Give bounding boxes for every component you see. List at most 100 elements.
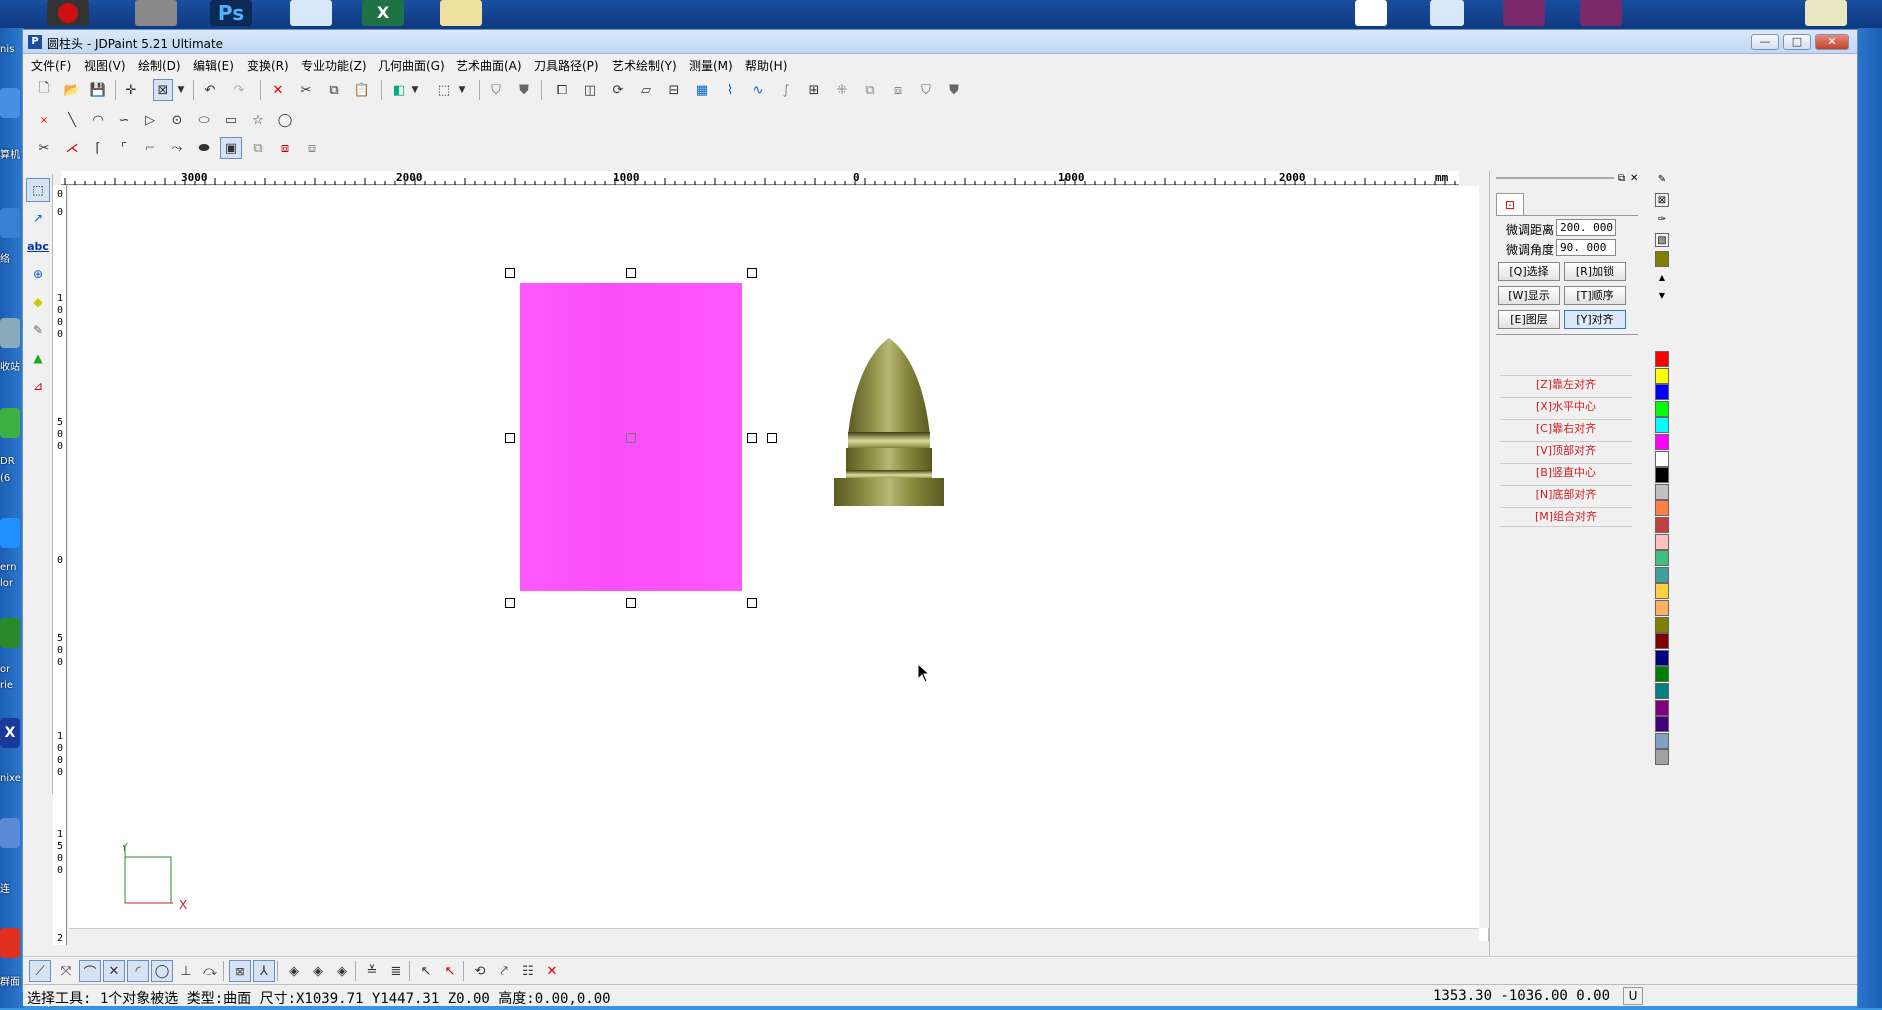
snap-arc-icon[interactable]: ⌒ (79, 960, 101, 982)
scale-icon[interactable]: ⊟ (663, 79, 685, 101)
array-icon[interactable]: ▦ (691, 79, 713, 101)
offset-line-icon[interactable]: ⬬ (193, 137, 215, 159)
unit-mode-indicator[interactable]: U (1623, 987, 1643, 1005)
winrar-app-icon-2[interactable] (1580, 0, 1622, 26)
group-icon[interactable]: ⧉ (859, 79, 881, 101)
pen-icon[interactable]: ✎ (26, 318, 50, 342)
grid-dotted-icon[interactable]: ⁜ (831, 79, 853, 101)
color-swatch[interactable] (1655, 500, 1669, 517)
shield-icon[interactable]: ⛉ (485, 79, 507, 101)
app-desktop-icon[interactable] (0, 818, 20, 848)
coreldraw-desktop-icon[interactable] (0, 408, 20, 438)
app-x-desktop-icon[interactable]: X (0, 718, 20, 748)
select-dropdown-icon[interactable]: ▼ (175, 79, 187, 101)
paste-icon[interactable]: 📋 (351, 79, 373, 101)
menu-toolpath[interactable]: 刀具路径(P) (534, 57, 599, 74)
surface-tool-icon[interactable]: ▲ (26, 346, 50, 370)
select-tab-icon[interactable]: ⊡ (1496, 193, 1524, 215)
point-icon[interactable]: × (33, 109, 55, 131)
network-desktop-icon[interactable] (0, 208, 20, 238)
list-icon[interactable]: ☷ (517, 960, 539, 982)
color-cube-icon[interactable]: ◧ (388, 79, 410, 101)
select-button[interactable]: [Q]选择 (1498, 262, 1560, 281)
menu-file[interactable]: 文件(F) (31, 57, 71, 74)
view-cube-icon[interactable]: ⬚ (433, 79, 455, 101)
crosshair-icon[interactable]: ✛ (120, 79, 142, 101)
selection-handle[interactable] (747, 268, 757, 278)
menu-transform[interactable]: 变换(R) (247, 57, 289, 74)
panel-float-icon[interactable]: ⧉ (1618, 173, 1625, 184)
menu-draw[interactable]: 绘制(D) (138, 57, 181, 74)
snap-perpendicular-icon[interactable]: ⊥ (175, 960, 197, 982)
recorder-app-icon[interactable] (47, 0, 89, 26)
circle-icon[interactable]: ◯ (274, 109, 296, 131)
pick-icon[interactable]: ↖ (415, 960, 437, 982)
color-swatch[interactable] (1655, 417, 1669, 434)
excel-app-icon[interactable]: X (362, 0, 404, 26)
rectangle-icon[interactable]: ▭ (220, 109, 242, 131)
rotation-handle[interactable] (767, 433, 777, 443)
selection-center-handle[interactable] (626, 433, 636, 443)
curve-icon[interactable]: ∽ (113, 109, 135, 131)
corner-icon[interactable]: ⌐ (139, 137, 161, 159)
view-diamond-3-icon[interactable]: ◈ (331, 960, 353, 982)
open-folder-icon[interactable]: 📂 (61, 79, 83, 101)
color-swatch[interactable] (1655, 533, 1669, 550)
ellipse-icon[interactable]: ⬭ (193, 109, 215, 131)
rotate-view-icon[interactable]: ⊕ (26, 262, 50, 286)
color-swatch[interactable] (1655, 583, 1669, 600)
color-swatch[interactable] (1655, 600, 1669, 616)
refresh-app-icon-2[interactable] (1430, 0, 1464, 26)
printer-app-icon[interactable] (1805, 0, 1847, 26)
snap-intersect-icon[interactable]: ✕ (103, 960, 125, 982)
menu-art-surface[interactable]: 艺术曲面(A) (456, 57, 522, 74)
align-hcenter-item[interactable]: [X]水平中心 (1500, 397, 1632, 417)
photoshop-app-icon[interactable]: Ps (210, 0, 252, 26)
color-swatch[interactable] (1655, 367, 1669, 384)
nvidia-desktop-icon[interactable] (0, 618, 20, 648)
lock-button[interactable]: [R]加锁 (1564, 262, 1626, 281)
menu-art-draw[interactable]: 艺术绘制(Y) (612, 57, 677, 74)
view-diamond-2-icon[interactable]: ◈ (307, 960, 329, 982)
rotate-icon[interactable]: ⟳ (607, 79, 629, 101)
redo-icon[interactable]: ↷ (228, 79, 250, 101)
fine-angle-input[interactable]: 90. 000 (1556, 239, 1616, 256)
no-color-icon[interactable]: ⊠ (1655, 193, 1669, 207)
align-bottom-item[interactable]: [N]底部对齐 (1500, 485, 1632, 505)
refresh-app-icon[interactable] (290, 0, 332, 26)
selection-handle[interactable] (505, 268, 515, 278)
selection-handle[interactable] (747, 433, 757, 443)
snap-line-icon[interactable]: ⟋ (29, 960, 51, 982)
fine-distance-input[interactable]: 200. 000 (1556, 219, 1616, 236)
slant-icon[interactable]: ▱ (635, 79, 657, 101)
merge-icon[interactable]: ⧉ (247, 137, 269, 159)
computer-desktop-icon[interactable] (0, 88, 20, 118)
color-swatch[interactable] (1655, 450, 1669, 467)
mirror-icon[interactable]: ◫ (579, 79, 601, 101)
extend-icon[interactable]: ⋌ (61, 137, 83, 159)
snap-tangent-icon[interactable]: ◜ (127, 960, 149, 982)
minimize-button[interactable]: — (1751, 34, 1779, 50)
align-top-item[interactable]: [V]顶部对齐 (1500, 441, 1632, 461)
selection-handle[interactable] (626, 268, 636, 278)
order-button[interactable]: [T]顺序 (1564, 286, 1626, 305)
new-file-icon[interactable]: 🗋 (33, 79, 55, 101)
circle-center-icon[interactable]: ⊙ (166, 109, 188, 131)
chamfer-icon[interactable]: ⌜ (113, 137, 135, 159)
shield-solid-icon[interactable]: ⛊ (943, 79, 965, 101)
color-swatch[interactable] (1655, 550, 1669, 567)
menu-geometric-surface[interactable]: 几何曲面(G) (378, 57, 445, 74)
internet-explorer-desktop-icon[interactable] (0, 518, 20, 548)
delete-icon[interactable]: ✕ (267, 79, 289, 101)
cancel-icon[interactable]: ✕ (541, 960, 563, 982)
vertical-scrollbar[interactable] (1479, 186, 1489, 928)
wave-icon[interactable]: ∿ (747, 79, 769, 101)
color-swatch[interactable] (1655, 666, 1669, 683)
current-color-swatch[interactable] (1655, 251, 1669, 267)
color-swatch[interactable] (1655, 683, 1669, 699)
layer-stack-icon[interactable]: ≣ (385, 960, 407, 982)
align-combined-item[interactable]: [M]组合对齐 (1500, 507, 1632, 527)
palette-scroll-down-icon[interactable]: ▼ (1655, 289, 1669, 303)
view-diamond-icon[interactable]: ◈ (283, 960, 305, 982)
selection-handle[interactable] (626, 598, 636, 608)
